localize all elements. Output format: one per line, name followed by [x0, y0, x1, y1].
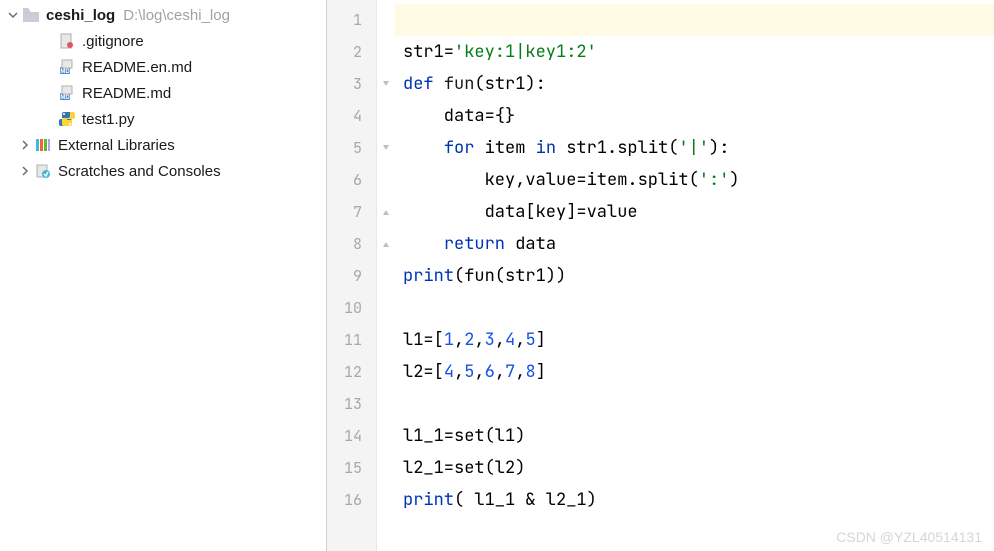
code-editor[interactable]: 12345678910111213141516 str1='key:1|key1… [327, 0, 994, 551]
markdown-file-icon: MD [58, 58, 76, 76]
code-line[interactable]: l1=[1,2,3,4,5] [395, 324, 994, 356]
code-line[interactable]: print( l1_1 & l2_1) [395, 484, 994, 516]
line-number[interactable]: 8 [327, 228, 376, 260]
tree-file-label: test1.py [82, 111, 135, 128]
line-number[interactable]: 15 [327, 452, 376, 484]
code-line[interactable]: str1='key:1|key1:2' [395, 36, 994, 68]
tree-external-libraries[interactable]: External Libraries [0, 132, 326, 158]
fold-marker [377, 324, 395, 356]
scratches-icon [34, 162, 52, 180]
fold-marker [377, 484, 395, 516]
tree-file-readme-en[interactable]: MD README.en.md [0, 54, 326, 80]
code-line[interactable]: print(fun(str1)) [395, 260, 994, 292]
line-number[interactable]: 6 [327, 164, 376, 196]
chevron-right-icon[interactable] [18, 164, 32, 178]
tree-file-test1[interactable]: test1.py [0, 106, 326, 132]
code-line[interactable] [395, 292, 994, 324]
code-line[interactable] [395, 4, 994, 36]
fold-marker [377, 420, 395, 452]
fold-marker [377, 452, 395, 484]
tree-root-label: ceshi_log [46, 7, 115, 24]
tree-file-readme[interactable]: MD README.md [0, 80, 326, 106]
line-number[interactable]: 4 [327, 100, 376, 132]
fold-marker [377, 100, 395, 132]
library-icon [34, 136, 52, 154]
code-line[interactable]: l2=[4,5,6,7,8] [395, 356, 994, 388]
line-number[interactable]: 13 [327, 388, 376, 420]
python-file-icon [58, 110, 76, 128]
code-content[interactable]: str1='key:1|key1:2'def fun(str1): data={… [395, 0, 994, 551]
code-line[interactable]: l1_1=set(l1) [395, 420, 994, 452]
fold-marker[interactable] [377, 132, 395, 164]
tree-root-folder[interactable]: ceshi_log D:\log\ceshi_log [0, 2, 326, 28]
fold-gutter[interactable] [377, 0, 395, 551]
svg-text:MD: MD [60, 69, 70, 75]
fold-marker[interactable] [377, 196, 395, 228]
fold-marker [377, 356, 395, 388]
project-tree[interactable]: ceshi_log D:\log\ceshi_log .gitignore MD… [0, 0, 327, 551]
fold-marker [377, 292, 395, 324]
fold-marker [377, 36, 395, 68]
line-number[interactable]: 9 [327, 260, 376, 292]
fold-marker [377, 4, 395, 36]
code-line[interactable]: return data [395, 228, 994, 260]
code-line[interactable]: key,value=item.split(':') [395, 164, 994, 196]
code-line[interactable]: l2_1=set(l2) [395, 452, 994, 484]
tree-scratches-label: Scratches and Consoles [58, 163, 221, 180]
fold-marker [377, 164, 395, 196]
line-number[interactable]: 16 [327, 484, 376, 516]
chevron-right-icon[interactable] [18, 138, 32, 152]
fold-marker [377, 388, 395, 420]
code-line[interactable]: for item in str1.split('|'): [395, 132, 994, 164]
line-number[interactable]: 1 [327, 4, 376, 36]
line-number[interactable]: 3 [327, 68, 376, 100]
tree-file-label: README.en.md [82, 59, 192, 76]
line-number[interactable]: 7 [327, 196, 376, 228]
tree-file-label: .gitignore [82, 33, 144, 50]
line-number[interactable]: 11 [327, 324, 376, 356]
line-number-gutter[interactable]: 12345678910111213141516 [327, 0, 377, 551]
svg-text:MD: MD [60, 95, 70, 101]
fold-marker [377, 260, 395, 292]
chevron-down-icon[interactable] [6, 8, 20, 22]
code-line[interactable]: def fun(str1): [395, 68, 994, 100]
fold-marker[interactable] [377, 68, 395, 100]
line-number[interactable]: 5 [327, 132, 376, 164]
line-number[interactable]: 12 [327, 356, 376, 388]
line-number[interactable]: 2 [327, 36, 376, 68]
markdown-file-icon: MD [58, 84, 76, 102]
tree-scratches[interactable]: Scratches and Consoles [0, 158, 326, 184]
folder-icon [22, 6, 40, 24]
tree-file-label: README.md [82, 85, 171, 102]
code-line[interactable] [395, 388, 994, 420]
fold-marker[interactable] [377, 228, 395, 260]
gitignore-file-icon [58, 32, 76, 50]
code-line[interactable]: data={} [395, 100, 994, 132]
code-line[interactable]: data[key]=value [395, 196, 994, 228]
line-number[interactable]: 14 [327, 420, 376, 452]
line-number[interactable]: 10 [327, 292, 376, 324]
tree-external-label: External Libraries [58, 137, 175, 154]
tree-root-path: D:\log\ceshi_log [123, 7, 230, 24]
tree-file-gitignore[interactable]: .gitignore [0, 28, 326, 54]
